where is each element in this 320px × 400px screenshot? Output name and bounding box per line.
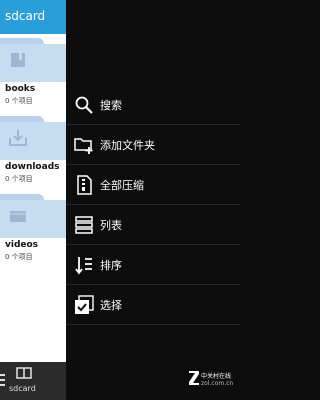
watermark-sub: zol.com.cn <box>201 380 234 387</box>
folder-downloads[interactable]: downloads 0 个项目 <box>0 116 66 188</box>
list-icon <box>75 216 93 234</box>
page-title: sdcard <box>5 9 46 23</box>
folder-count: 0 个项目 <box>5 97 33 105</box>
menu-item-label: 排序 <box>100 259 122 272</box>
watermark-logo: 中关村在线 zol.com.cn <box>188 370 234 396</box>
menu-item-compress-all[interactable]: 全部压缩 <box>66 165 240 205</box>
menu-item-label: 列表 <box>100 219 122 232</box>
sort-icon <box>75 257 92 275</box>
menu-item-label: 搜索 <box>100 99 122 112</box>
zol-logo-icon <box>189 371 199 385</box>
folder-count: 0 个项目 <box>5 175 33 183</box>
title-bar: sdcard <box>0 0 66 34</box>
search-icon <box>75 96 93 114</box>
menu-item-label: 选择 <box>100 299 122 312</box>
book-icon <box>11 53 25 67</box>
context-menu: 搜索 添加文件夹 全部压缩 列表 排序 选择 中关村在线 zol.com.cn <box>66 0 240 400</box>
menu-toggle-icon[interactable] <box>0 374 5 388</box>
menu-item-select[interactable]: 选择 <box>66 285 240 325</box>
sdcard-icon[interactable] <box>16 367 32 379</box>
sdcard-label[interactable]: sdcard <box>9 384 36 393</box>
download-icon <box>9 130 27 146</box>
menu-item-list[interactable]: 列表 <box>66 205 240 245</box>
menu-item-label: 全部压缩 <box>100 179 144 192</box>
watermark-main: 中关村在线 <box>201 373 232 380</box>
folder-count: 0 个项目 <box>5 253 33 261</box>
folder-videos[interactable]: videos 0 个项目 <box>0 194 66 266</box>
video-icon <box>10 211 26 222</box>
folder-name: videos <box>5 240 39 250</box>
folder-books[interactable]: books 0 个项目 <box>0 38 66 110</box>
folder-name: downloads <box>5 162 60 172</box>
folder-panel: sdcard books 0 个项目 downloads 0 个项目 video… <box>0 0 66 400</box>
bottom-bar: sdcard <box>0 362 66 400</box>
add-folder-icon <box>74 138 93 154</box>
menu-item-label: 添加文件夹 <box>100 139 155 152</box>
select-icon <box>75 295 94 314</box>
menu-item-search[interactable]: 搜索 <box>66 85 240 125</box>
zip-icon <box>77 175 92 195</box>
menu-item-sort[interactable]: 排序 <box>66 245 240 285</box>
menu-item-add-folder[interactable]: 添加文件夹 <box>66 125 240 165</box>
folder-name: books <box>5 84 36 94</box>
